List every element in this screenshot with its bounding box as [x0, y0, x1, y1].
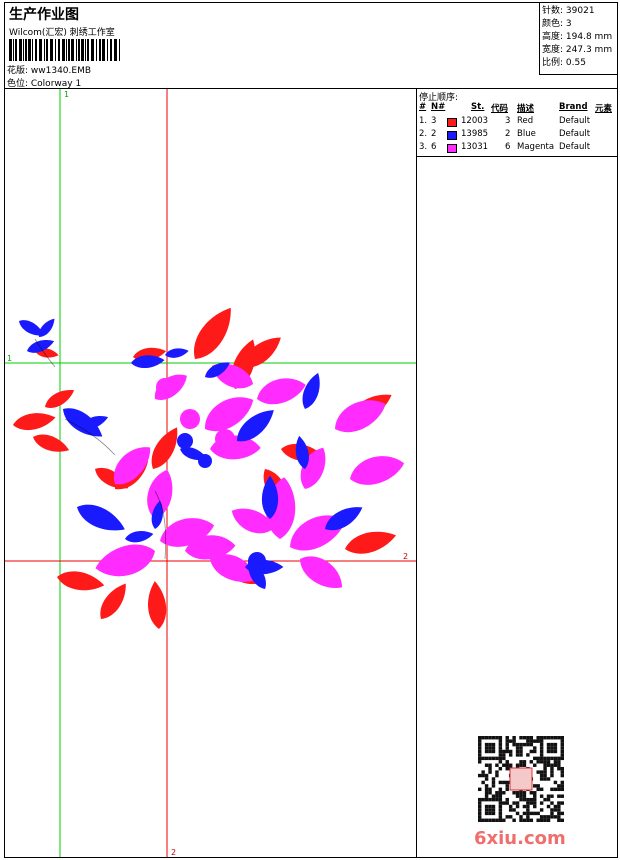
production-sheet: 生产作业图 Wilcom(汇宏) 刺绣工作室 花版: ww1340.EMB 色位… [4, 2, 618, 858]
colorway-name: 色位: Colorway 1 [7, 79, 82, 89]
design-file-name: 花版: ww1340.EMB [7, 66, 92, 76]
stat-width: 宽度: 247.3 mm [542, 45, 613, 55]
barcode [9, 39, 120, 61]
stat-colors: 颜色: 3 [542, 19, 572, 29]
thread-color-chip-red [447, 118, 457, 127]
stats-panel: 针数: 39021 颜色: 3 高度: 194.8 mm 宽度: 247.3 m… [539, 3, 617, 75]
embroidery-artwork [11, 301, 407, 630]
embroidery-design-area[interactable]: 1 2 1 2 [5, 89, 416, 857]
guide-label-v1: 1 [64, 90, 69, 99]
page-title: 生产作业图 [9, 7, 79, 23]
stat-stitches: 针数: 39021 [542, 6, 595, 16]
guide-label-h1: 1 [7, 354, 12, 363]
thread-color-chip-magenta [447, 144, 457, 153]
guide-label-v2: 2 [171, 848, 176, 857]
table-header: # N# St. 代码 描述 Brand 元素 [419, 102, 613, 114]
sheet-header: 生产作业图 Wilcom(汇宏) 刺绣工作室 花版: ww1340.EMB 色位… [5, 3, 617, 89]
table-row[interactable]: 3. 6 13031 6 Magenta Default [417, 142, 618, 155]
table-row[interactable]: 2. 2 13985 2 Blue Default [417, 129, 618, 142]
table-row[interactable]: 1. 3 12003 3 Red Default [417, 116, 618, 129]
guide-label-h2: 2 [403, 552, 408, 561]
studio-name: Wilcom(汇宏) 刺绣工作室 [9, 28, 115, 38]
thread-color-chip-blue [447, 131, 457, 140]
stat-height: 高度: 194.8 mm [542, 32, 613, 42]
qr-code [478, 736, 564, 822]
stat-scale: 比例: 0.55 [542, 58, 586, 68]
embroidery-preview: 1 2 1 2 [5, 89, 416, 857]
watermark-logo: 6xiu.com [474, 828, 566, 849]
stop-sequence-table: 停止顺序: # N# St. 代码 描述 Brand 元素 1. 3 12003… [417, 89, 618, 157]
